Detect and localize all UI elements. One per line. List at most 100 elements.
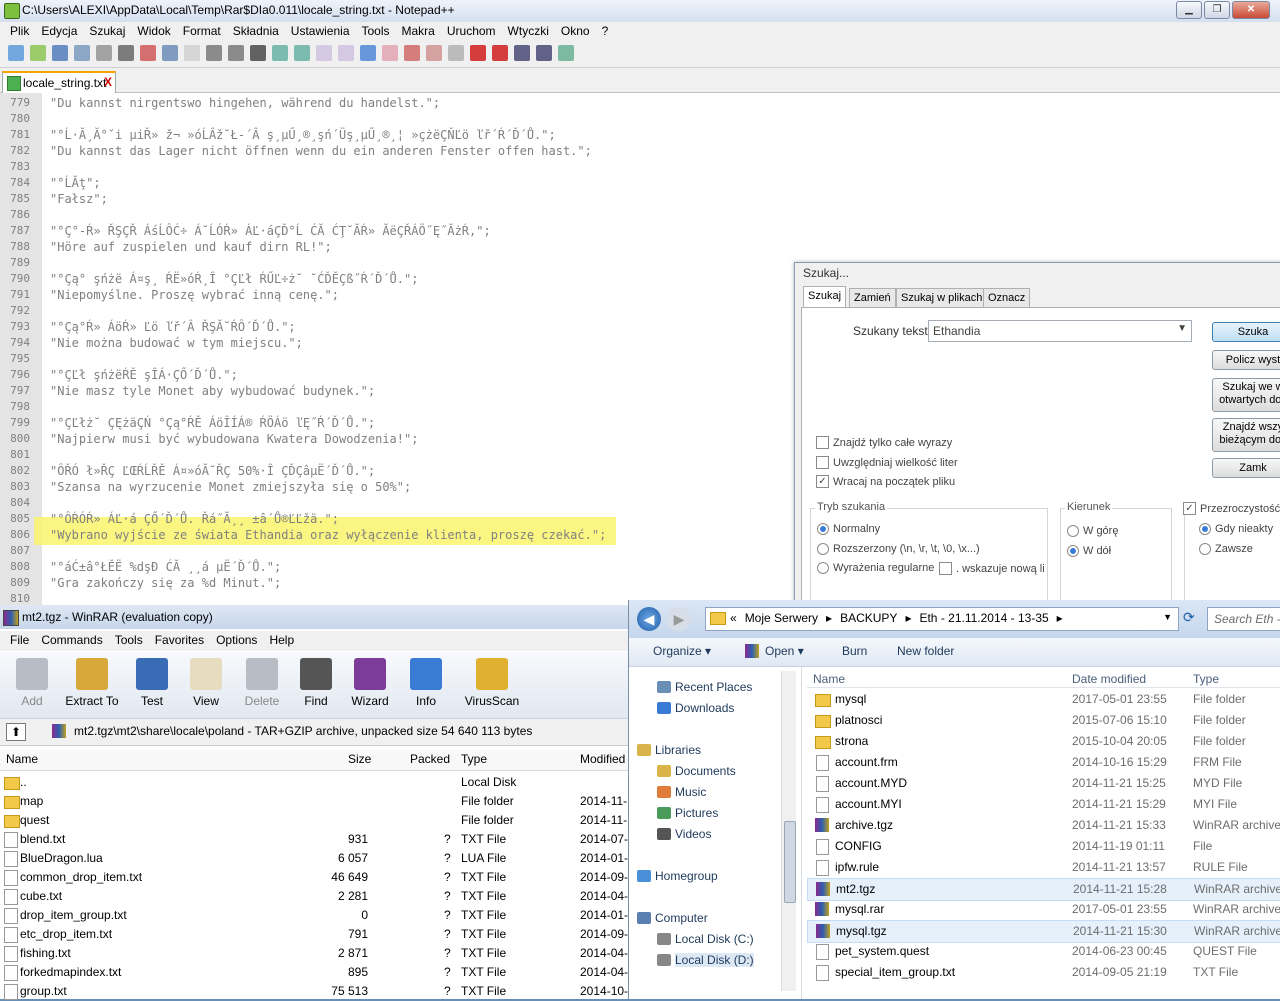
breadcrumb-separator-icon[interactable]: ▸ xyxy=(905,611,911,625)
save-all-icon[interactable] xyxy=(74,45,90,61)
lang-icon[interactable] xyxy=(404,45,420,61)
col-date-modified[interactable]: Date modified xyxy=(1072,672,1146,686)
transparency-always-radio[interactable]: Zawsze xyxy=(1199,543,1253,555)
tool-delete[interactable]: Delete xyxy=(232,658,292,708)
direction-down-radio[interactable]: W dół xyxy=(1067,545,1111,557)
indent-guide-icon[interactable] xyxy=(382,45,398,61)
cut-icon[interactable] xyxy=(162,45,178,61)
tab-replace[interactable]: Zamień xyxy=(849,288,896,308)
close-dialog-button[interactable]: Zamk xyxy=(1212,458,1280,478)
list-item[interactable]: CONFIG 2014-11-19 01:11 File xyxy=(807,836,1280,857)
table-row[interactable]: group.txt 75 513? TXT File 2014-10- xyxy=(0,982,630,1001)
list-item[interactable]: strona 2015-10-04 20:05 File folder xyxy=(807,731,1280,752)
monitor-icon[interactable] xyxy=(448,45,464,61)
menu-item[interactable]: Okno xyxy=(555,22,596,41)
tab-find-in-files[interactable]: Szukaj w plikach xyxy=(896,288,988,308)
col-size[interactable]: Size xyxy=(348,752,371,766)
breadcrumb-separator-icon[interactable]: ▸ xyxy=(826,611,832,625)
tool-extract-to[interactable]: Extract To xyxy=(62,658,122,708)
breadcrumb-item[interactable]: BACKUPY xyxy=(840,611,897,625)
tool-info[interactable]: Info xyxy=(396,658,456,708)
close-icon[interactable] xyxy=(96,45,112,61)
nav-scrollbar[interactable] xyxy=(781,671,796,991)
menu-item[interactable]: Ustawienia xyxy=(285,22,356,41)
tool-add[interactable]: Add xyxy=(2,658,62,708)
menu-item[interactable]: Makra xyxy=(396,22,441,41)
nav-item[interactable]: Recent Places xyxy=(657,680,752,694)
menu-item[interactable]: Widok xyxy=(131,22,176,41)
tool-find[interactable]: Find xyxy=(286,658,346,708)
list-item[interactable]: platnosci 2015-07-06 15:10 File folder xyxy=(807,710,1280,731)
table-row[interactable]: blend.txt 931? TXT File 2014-07- xyxy=(0,830,630,849)
nav-item[interactable]: Libraries xyxy=(637,743,701,757)
list-item[interactable]: pet_system.quest 2014-06-23 00:45 QUEST Fi… xyxy=(807,941,1280,962)
menu-item[interactable]: Options xyxy=(210,631,263,651)
list-item[interactable]: mt2.tgz 2014-11-21 15:28 WinRAR archive xyxy=(807,878,1280,901)
list-item[interactable]: mysql.tgz 2014-11-21 15:30 WinRAR archive xyxy=(807,920,1280,943)
new-folder-button[interactable]: New folder xyxy=(897,644,954,658)
col-packed[interactable]: Packed xyxy=(410,752,450,766)
nav-item[interactable]: Music xyxy=(657,785,706,799)
chevron-down-icon[interactable]: ▼ xyxy=(1163,612,1172,622)
wrap-around-checkbox[interactable]: ✓ Wracaj na początek pliku xyxy=(816,475,955,488)
nav-item[interactable]: Local Disk (C:) xyxy=(657,932,754,946)
mode-regex-radio[interactable]: Wyrażenia regularne xyxy=(817,562,934,574)
table-row[interactable]: etc_drop_item.txt 791? TXT File 2014-09- xyxy=(0,925,630,944)
close-all-icon[interactable] xyxy=(118,45,134,61)
col-name[interactable]: Name xyxy=(6,752,38,766)
menu-item[interactable]: Commands xyxy=(35,631,108,651)
col-type[interactable]: Type xyxy=(1193,672,1219,686)
find-next-button[interactable]: Szuka xyxy=(1212,322,1280,342)
menu-item[interactable]: ? xyxy=(596,22,615,41)
save-macro-icon[interactable] xyxy=(558,45,574,61)
play-macro-icon[interactable] xyxy=(514,45,530,61)
folder-icon[interactable] xyxy=(426,45,442,61)
forward-arrow-icon[interactable]: ▶ xyxy=(667,607,691,631)
breadcrumb-item[interactable]: Eth - 21.11.2014 - 13-35 xyxy=(919,611,1048,625)
nav-item[interactable]: Homegroup xyxy=(637,869,718,883)
list-item[interactable]: special_item_group.txt 2014-09-05 21:19 TX… xyxy=(807,962,1280,983)
list-item[interactable]: account.MYD 2014-11-21 15:25 MYD File xyxy=(807,773,1280,794)
stop-macro-icon[interactable] xyxy=(492,45,508,61)
copy-icon[interactable] xyxy=(184,45,200,61)
breadcrumb-item[interactable]: Moje Serwery xyxy=(745,611,818,625)
tab-locale-string[interactable]: locale_string.txt X xyxy=(2,71,116,93)
list-item[interactable]: account.MYI 2014-11-21 15:29 MYI File xyxy=(807,794,1280,815)
save-icon[interactable] xyxy=(52,45,68,61)
table-row[interactable]: map File folder 2014-11- xyxy=(0,792,630,811)
burn-button[interactable]: Burn xyxy=(842,644,867,658)
transparency-on-lose-focus-radio[interactable]: Gdy nieakty xyxy=(1199,523,1273,535)
wrap-icon[interactable] xyxy=(360,45,376,61)
menu-item[interactable]: Tools xyxy=(356,22,396,41)
transparency-checkbox[interactable]: ✓ Przezroczystość xyxy=(1183,502,1280,515)
menu-item[interactable]: Edycja xyxy=(35,22,83,41)
menu-item[interactable]: Składnia xyxy=(227,22,285,41)
refresh-icon[interactable]: ⟳ xyxy=(1183,609,1195,626)
tool-wizard[interactable]: Wizard xyxy=(340,658,400,708)
maximize-button[interactable]: ❐ xyxy=(1204,1,1230,19)
menu-item[interactable]: Szukaj xyxy=(83,22,131,41)
zoom-in-icon[interactable] xyxy=(316,45,332,61)
nav-item[interactable]: Downloads xyxy=(657,701,734,715)
undo-icon[interactable] xyxy=(228,45,244,61)
menu-item[interactable]: Uruchom xyxy=(441,22,502,41)
search-input[interactable]: Ethandia ▼ xyxy=(928,320,1192,342)
list-item[interactable]: mysql.rar 2017-05-01 23:55 WinRAR archive xyxy=(807,899,1280,920)
paste-icon[interactable] xyxy=(206,45,222,61)
find-icon[interactable] xyxy=(272,45,288,61)
nav-item[interactable]: Local Disk (D:) xyxy=(657,953,754,967)
tool-virusscan[interactable]: VirusScan xyxy=(462,658,522,708)
tool-test[interactable]: Test xyxy=(122,658,182,708)
close-button[interactable]: ✕ xyxy=(1232,1,1270,19)
dot-newline-checkbox[interactable]: . wskazuje nową li xyxy=(939,562,1045,575)
nav-item[interactable]: Videos xyxy=(657,827,711,841)
nav-item[interactable]: Pictures xyxy=(657,806,718,820)
breadcrumb-item[interactable]: « xyxy=(730,611,737,625)
col-name[interactable]: Name xyxy=(813,672,845,686)
mode-normal-radio[interactable]: Normalny xyxy=(817,523,880,535)
table-row[interactable]: .. Local Disk xyxy=(0,773,630,792)
zoom-out-icon[interactable] xyxy=(338,45,354,61)
table-row[interactable]: drop_item_group.txt 0? TXT File 2014-01- xyxy=(0,906,630,925)
up-folder-icon[interactable]: ⬆ xyxy=(6,723,26,741)
npp-titlebar[interactable]: C:\Users\ALEXI\AppData\Local\Temp\Rar$DI… xyxy=(0,0,1280,23)
